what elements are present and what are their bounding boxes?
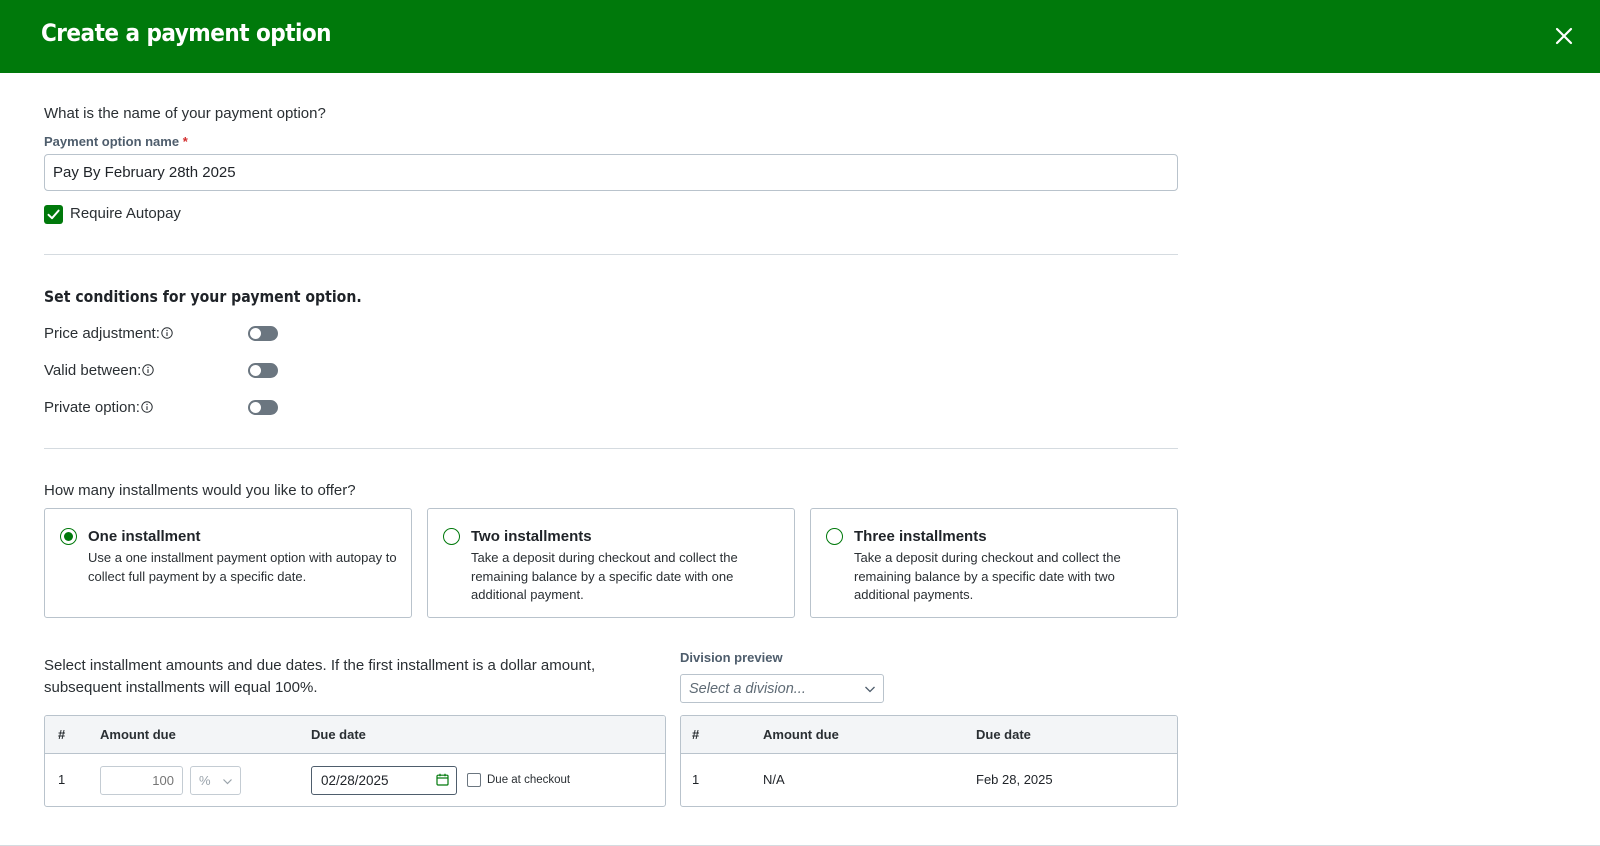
preview-row-number: 1 (692, 772, 700, 787)
checkmark-icon (47, 209, 60, 220)
chevron-down-icon (223, 779, 232, 785)
three-installments-description: Take a deposit during checkout and colle… (854, 550, 1121, 602)
division-preview-label: Division preview (680, 650, 783, 665)
column-header-number: # (692, 727, 700, 742)
column-header-number: # (58, 727, 66, 742)
column-header-amount: Amount due (763, 727, 839, 742)
two-installments-title: Two installments (471, 528, 592, 545)
three-installments-option[interactable]: Three installments Take a deposit during… (810, 508, 1178, 618)
three-installments-title: Three installments (854, 528, 987, 545)
require-autopay-checkbox[interactable] (44, 205, 63, 224)
chevron-down-icon (865, 686, 875, 693)
private-option-label: Private option: (44, 399, 153, 416)
due-at-checkout-checkbox[interactable] (467, 773, 481, 787)
row-number: 1 (58, 772, 66, 787)
column-header-due-date: Due date (976, 727, 1031, 742)
preview-due-date: Feb 28, 2025 (976, 772, 1053, 787)
two-installments-option[interactable]: Two installments Take a deposit during c… (427, 508, 795, 618)
modal-title: Create a payment option (41, 19, 332, 47)
valid-between-label-text: Valid between: (44, 362, 142, 379)
one-installment-option[interactable]: One installment Use a one installment pa… (44, 508, 412, 618)
division-select[interactable]: Select a division... (680, 674, 884, 703)
amount-unit-value: % (199, 773, 211, 788)
payment-option-name-input[interactable] (44, 154, 1178, 191)
one-installment-description: Use a one installment payment option wit… (88, 550, 397, 584)
three-installments-radio[interactable] (826, 528, 843, 545)
installments-question: How many installments would you like to … (44, 482, 356, 499)
private-option-label-text: Private option: (44, 399, 140, 416)
require-autopay-label: Require Autopay (70, 205, 181, 222)
modal-header: Create a payment option (0, 0, 1600, 73)
installment-table: # Amount due Due date 1 % Due at checkou… (44, 715, 666, 807)
required-marker: * (182, 134, 188, 149)
payment-option-name-label: Payment option name * (44, 134, 188, 149)
column-header-amount: Amount due (100, 727, 176, 742)
division-preview-table: # Amount due Due date 1 N/A Feb 28, 2025 (680, 715, 1178, 807)
info-icon[interactable] (161, 327, 173, 339)
installment-table-header: # Amount due Due date (45, 716, 665, 754)
amount-unit-select[interactable]: % (190, 766, 241, 795)
price-adjustment-toggle[interactable] (248, 326, 278, 341)
valid-between-toggle[interactable] (248, 363, 278, 378)
section-divider (44, 448, 1178, 449)
division-select-placeholder: Select a division... (689, 681, 806, 697)
section-divider (44, 254, 1178, 255)
price-adjustment-label-text: Price adjustment: (44, 325, 160, 342)
column-header-due-date: Due date (311, 727, 366, 742)
private-option-toggle[interactable] (248, 400, 278, 415)
amount-due-input[interactable] (100, 766, 183, 795)
close-icon[interactable] (1552, 24, 1576, 48)
payment-option-name-label-text: Payment option name (44, 134, 180, 149)
info-icon[interactable] (141, 401, 153, 413)
info-icon[interactable] (142, 364, 154, 376)
preview-amount-due: N/A (763, 772, 785, 787)
preview-table-header: # Amount due Due date (681, 716, 1177, 754)
installment-instructions: Select installment amounts and due dates… (44, 657, 596, 696)
price-adjustment-label: Price adjustment: (44, 325, 173, 342)
one-installment-radio[interactable] (60, 528, 77, 545)
due-at-checkout-label: Due at checkout (487, 774, 571, 786)
valid-between-label: Valid between: (44, 362, 154, 379)
calendar-icon[interactable] (436, 773, 449, 786)
two-installments-radio[interactable] (443, 528, 460, 545)
name-question: What is the name of your payment option? (44, 105, 326, 122)
conditions-heading: Set conditions for your payment option. (44, 287, 362, 306)
two-installments-description: Take a deposit during checkout and colle… (471, 550, 738, 602)
one-installment-title: One installment (88, 528, 201, 545)
